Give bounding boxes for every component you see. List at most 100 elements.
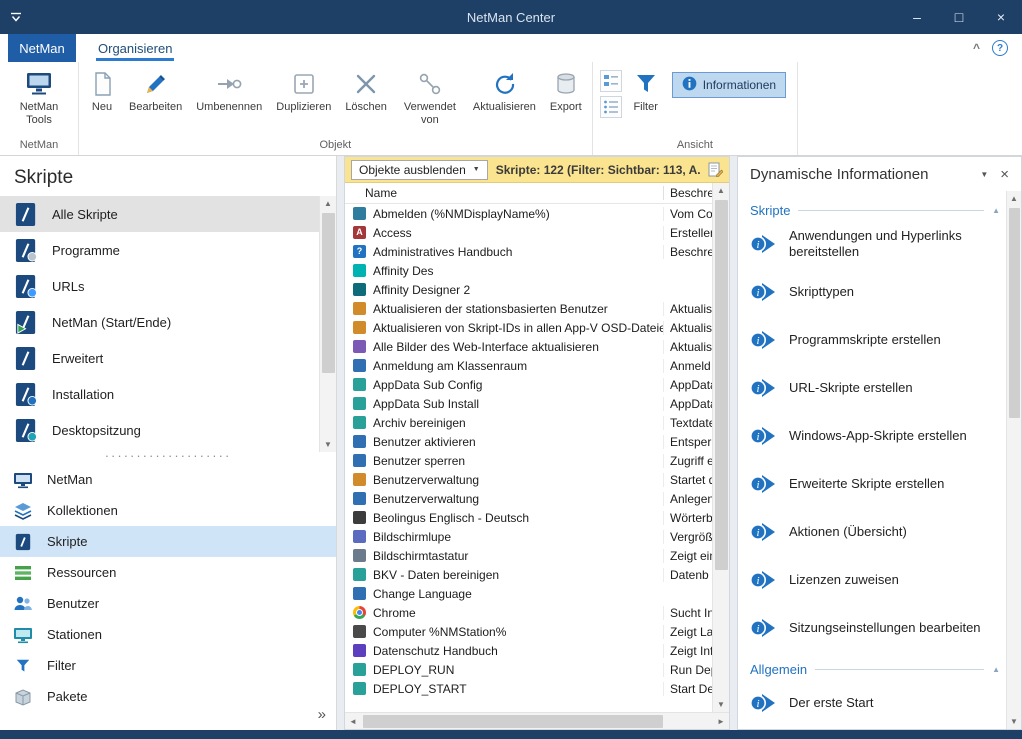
info-topic-erweiterte-skripte-erstellen[interactable]: iErweiterte Skripte erstellen bbox=[750, 460, 1002, 508]
script-row-benutzer-aktivieren[interactable]: Benutzer aktivierenEntsperr bbox=[345, 432, 712, 451]
nav-ressourcen[interactable]: Ressourcen bbox=[0, 557, 336, 588]
scroll-left-icon[interactable]: ◄ bbox=[345, 717, 361, 726]
view-list-icon[interactable] bbox=[600, 96, 622, 118]
script-row-appdata-sub-install[interactable]: AppData Sub InstallAppData bbox=[345, 394, 712, 413]
sidebar-splitter[interactable] bbox=[0, 452, 336, 464]
sidebar-category-netman-start-ende[interactable]: NetMan (Start/Ende) bbox=[0, 304, 319, 340]
view-grid-icon[interactable] bbox=[600, 70, 622, 92]
scroll-up-icon[interactable]: ▲ bbox=[1007, 191, 1021, 206]
info-topic-url-skripte-erstellen[interactable]: iURL-Skripte erstellen bbox=[750, 364, 1002, 412]
close-button[interactable]: × bbox=[980, 0, 1022, 34]
collapse-ribbon-icon[interactable]: ^ bbox=[973, 41, 980, 55]
aktualisieren-button[interactable]: Aktualisieren bbox=[466, 64, 543, 116]
script-row-benutzerverwaltung[interactable]: BenutzerverwaltungAnlegen bbox=[345, 489, 712, 508]
info-topic-lizenzen-zuweisen[interactable]: iLizenzen zuweisen bbox=[750, 556, 1002, 604]
script-row-bildschirmlupe[interactable]: BildschirmlupeVergröß bbox=[345, 527, 712, 546]
info-topic-sitzungseinstellungen-bearbeiten[interactable]: iSitzungseinstellungen bearbeiten bbox=[750, 604, 1002, 652]
script-row-bildschirmtastatur[interactable]: BildschirmtastaturZeigt ein bbox=[345, 546, 712, 565]
filter-edit-icon[interactable] bbox=[708, 162, 723, 178]
column-header-name[interactable]: Name bbox=[345, 186, 663, 200]
nav-stationen[interactable]: Stationen bbox=[0, 619, 336, 650]
script-row-deploy-start[interactable]: DEPLOY_STARTStart Dep bbox=[345, 679, 712, 698]
panel-pin-icon[interactable]: ▼ bbox=[980, 170, 988, 179]
script-row-affinity-designer-2[interactable]: Affinity Designer 2 bbox=[345, 280, 712, 299]
script-row-administratives-handbuch[interactable]: ?Administratives HandbuchBeschrei bbox=[345, 242, 712, 261]
scrollbar-thumb[interactable] bbox=[322, 213, 335, 373]
help-icon[interactable]: ? bbox=[992, 40, 1008, 56]
script-row-anmeldung-am-klassenraum[interactable]: Anmeldung am KlassenraumAnmeld bbox=[345, 356, 712, 375]
script-row-alle-bilder-des-web-interface-aktualisieren[interactable]: Alle Bilder des Web-Interface aktualisie… bbox=[345, 337, 712, 356]
info-topic-programmskripte-erstellen[interactable]: iProgrammskripte erstellen bbox=[750, 316, 1002, 364]
informationen-toggle[interactable]: Informationen bbox=[672, 72, 786, 98]
sidebar-category-installation[interactable]: Installation bbox=[0, 376, 319, 412]
info-topic-aktionen-übersicht[interactable]: iAktionen (Übersicht) bbox=[750, 508, 1002, 556]
script-row-computer-nmstation[interactable]: Computer %NMStation%Zeigt La bbox=[345, 622, 712, 641]
script-row-benutzerverwaltung[interactable]: BenutzerverwaltungStartet d bbox=[345, 470, 712, 489]
script-row-deploy-run[interactable]: DEPLOY_RUNRun Dep bbox=[345, 660, 712, 679]
list-horizontal-scrollbar[interactable]: ◄ ► bbox=[345, 712, 729, 729]
minimize-button[interactable]: – bbox=[896, 0, 938, 34]
info-topic-skripttypen[interactable]: iSkripttypen bbox=[750, 268, 1002, 316]
info-scrollbar[interactable]: ▲ ▼ bbox=[1006, 191, 1021, 729]
verwendet-von-button[interactable]: Verwendet von bbox=[394, 64, 466, 128]
script-row-datenschutz-handbuch[interactable]: Datenschutz HandbuchZeigt Inf bbox=[345, 641, 712, 660]
list-vertical-scrollbar[interactable]: ▲ ▼ bbox=[712, 183, 729, 712]
panel-close-icon[interactable]: × bbox=[1000, 166, 1009, 183]
script-row-appdata-sub-config[interactable]: AppData Sub ConfigAppData bbox=[345, 375, 712, 394]
scroll-up-icon[interactable]: ▲ bbox=[320, 196, 336, 211]
script-row-bkv-daten-bereinigen[interactable]: BKV - Daten bereinigenDatenb bbox=[345, 565, 712, 584]
scrollbar-thumb[interactable] bbox=[363, 715, 663, 728]
scroll-down-icon[interactable]: ▼ bbox=[320, 437, 336, 452]
quick-access-toolbar-icon[interactable] bbox=[10, 12, 22, 23]
script-row-change-language[interactable]: Change Language bbox=[345, 584, 712, 603]
filter-button[interactable]: Filter bbox=[626, 64, 666, 116]
umbenennen-button[interactable]: Umbenennen bbox=[189, 64, 269, 116]
scrollbar-thumb[interactable] bbox=[715, 200, 728, 570]
script-row-chrome[interactable]: ChromeSucht In bbox=[345, 603, 712, 622]
script-row-access[interactable]: AAccessErstellen bbox=[345, 223, 712, 242]
sidebar-category-desktopsitzung[interactable]: Desktopsitzung bbox=[0, 412, 319, 448]
sidebar-category-erweitert[interactable]: Erweitert bbox=[0, 340, 319, 376]
nav-pakete[interactable]: Pakete bbox=[0, 681, 336, 712]
export-button[interactable]: Export bbox=[543, 64, 589, 116]
hide-objects-dropdown[interactable]: Objekte ausblenden ▼ bbox=[351, 160, 488, 180]
collapse-section-icon[interactable]: ▲ bbox=[992, 206, 1000, 215]
neu-button[interactable]: Neu bbox=[82, 64, 122, 116]
nav-filter[interactable]: Filter bbox=[0, 650, 336, 681]
nav-skripte[interactable]: Skripte bbox=[0, 526, 336, 557]
script-row-aktualisieren-der-stationsbasierten-benutzer[interactable]: Aktualisieren der stationsbasierten Benu… bbox=[345, 299, 712, 318]
info-section-allgemein[interactable]: Allgemein▲ bbox=[750, 662, 1000, 677]
scrollbar-thumb[interactable] bbox=[1009, 208, 1020, 418]
script-row-affinity-des[interactable]: Affinity Des bbox=[345, 261, 712, 280]
script-row-archiv-bereinigen[interactable]: Archiv bereinigenTextdate bbox=[345, 413, 712, 432]
script-row-benutzer-sperren[interactable]: Benutzer sperrenZugriff e bbox=[345, 451, 712, 470]
scroll-down-icon[interactable]: ▼ bbox=[713, 697, 729, 712]
column-header-beschreibung[interactable]: Beschrei bbox=[663, 186, 712, 200]
netman-tools-button[interactable]: NetMan Tools bbox=[3, 64, 75, 128]
expand-nav-button[interactable]: » bbox=[318, 707, 326, 722]
duplizieren-button[interactable]: Duplizieren bbox=[269, 64, 338, 116]
nav-benutzer[interactable]: Benutzer bbox=[0, 588, 336, 619]
sidebar-category-programme[interactable]: Programme bbox=[0, 232, 319, 268]
maximize-button[interactable]: □ bbox=[938, 0, 980, 34]
sidebar-category-urls[interactable]: URLs bbox=[0, 268, 319, 304]
tab-netman[interactable]: NetMan bbox=[8, 34, 76, 62]
script-row-beolingus-englisch-deutsch[interactable]: Beolingus Englisch - DeutschWörterb bbox=[345, 508, 712, 527]
script-row-aktualisieren-von-skript-ids-in-allen-app-v-osd-dateien[interactable]: Aktualisieren von Skript-IDs in allen Ap… bbox=[345, 318, 712, 337]
categories-scrollbar[interactable]: ▲ ▼ bbox=[319, 196, 336, 452]
scroll-right-icon[interactable]: ► bbox=[713, 717, 729, 726]
nav-netman[interactable]: NetMan bbox=[0, 464, 336, 495]
info-topic-der-erste-start[interactable]: iDer erste Start bbox=[750, 679, 1002, 727]
scroll-up-icon[interactable]: ▲ bbox=[713, 183, 729, 198]
tab-organisieren[interactable]: Organisieren bbox=[88, 34, 182, 62]
loeschen-button[interactable]: Löschen bbox=[338, 64, 394, 116]
info-topic-anwendungen-und-hyperlinks-bereitstellen[interactable]: iAnwendungen und Hyperlinks bereitstelle… bbox=[750, 220, 1002, 268]
scroll-down-icon[interactable]: ▼ bbox=[1007, 714, 1021, 729]
bearbeiten-button[interactable]: Bearbeiten bbox=[122, 64, 189, 116]
info-topic-windows-app-skripte-erstellen[interactable]: iWindows-App-Skripte erstellen bbox=[750, 412, 1002, 460]
sidebar-category-alle-skripte[interactable]: Alle Skripte bbox=[0, 196, 319, 232]
script-row-abmelden-nmdisplayname[interactable]: Abmelden (%NMDisplayName%)Vom Co bbox=[345, 204, 712, 223]
collapse-section-icon[interactable]: ▲ bbox=[992, 665, 1000, 674]
info-section-skripte[interactable]: Skripte▲ bbox=[750, 203, 1000, 218]
nav-kollektionen[interactable]: Kollektionen bbox=[0, 495, 336, 526]
